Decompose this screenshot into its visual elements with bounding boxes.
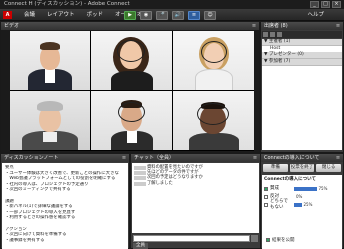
poll-pod-title: Connectの導入について xyxy=(264,155,320,161)
attendees-pod-title: 出席者 (8) xyxy=(264,23,288,29)
attendee-group-hosts[interactable]: ▼ 主催者 (1) xyxy=(262,39,342,46)
result-percent: 25% xyxy=(303,202,313,207)
chat-tab-everyone[interactable]: 全員 xyxy=(133,243,148,249)
video-tile[interactable] xyxy=(10,31,90,90)
pod-menu-icon[interactable]: ≡ xyxy=(335,155,341,161)
menu-layout[interactable]: レイアウト xyxy=(47,9,75,21)
option-label: 賛成 xyxy=(270,186,279,191)
minimize-button[interactable]: _ xyxy=(310,1,319,8)
chat-pod-header: チャット（全員） ≡ xyxy=(131,154,260,162)
poll-option: 賛成 75% xyxy=(264,185,340,193)
microphone-icon[interactable]: 🎤 xyxy=(156,10,168,20)
option-checkbox[interactable] xyxy=(264,187,268,191)
menu-meeting[interactable]: 会議 xyxy=(24,9,35,21)
prepare-button[interactable]: 準備 xyxy=(263,164,288,172)
attendee-list: ▼ 主催者 (1) Host ▼ プレゼンター (0) ▼ 参加者 (7) xyxy=(262,39,342,150)
status-menu-icon[interactable]: ≡ xyxy=(188,10,200,20)
adobe-connect-logo: A xyxy=(3,11,12,19)
notes-pod: ディスカッションノート ≡ 要点 ・ユーザー体験は大きく改善で、更新ごとの操作に大… xyxy=(0,153,130,249)
chat-message: 了解しました xyxy=(134,181,257,186)
notes-line: Web会議プラットフォームとしての役割を明確にする xyxy=(5,176,116,182)
video-pod-header: ビデオ ≡ xyxy=(1,22,259,30)
poll-pod-header: Connectの導入について ≡ xyxy=(261,154,343,162)
notes-pod-header: ディスカッションノート ≡ xyxy=(1,154,129,162)
emoticon-icon[interactable]: ☺ xyxy=(204,10,216,20)
pod-menu-icon[interactable]: ≡ xyxy=(251,23,257,29)
poll-pod: Connectの導入について ≡ 準備 投票を終了 閉じる Connectの導入… xyxy=(260,153,344,249)
speaker-icon[interactable]: 🔊 xyxy=(172,10,184,20)
status-icon[interactable] xyxy=(270,32,275,37)
window-title: Connect H (ディスカッション) - Adobe Connect xyxy=(4,1,130,7)
video-tile[interactable] xyxy=(10,91,90,150)
poll-question: Connectの導入について xyxy=(264,177,317,182)
attendees-pod-header: 出席者 (8) ≡ xyxy=(261,22,343,30)
send-button[interactable] xyxy=(251,235,258,242)
attendees-pod: 出席者 (8) ≡ ▼ 主催者 (1) Host ▼ プレゼンター (0) ▼ … xyxy=(260,21,344,153)
result-bar xyxy=(294,187,317,191)
breakout-icon[interactable] xyxy=(277,32,282,37)
close-poll-button[interactable]: 投票を終了 xyxy=(289,164,315,172)
video-grid xyxy=(10,31,254,151)
notes-line: ・議事録を共有する xyxy=(5,237,45,243)
menubar: A 会議 レイアウト ポッド オーディオ ▶ ◉ 🎤 🔊 ≡ ☺ ヘルプ xyxy=(0,9,344,21)
attendee-group-presenters[interactable]: ▼ プレゼンター (0) xyxy=(262,52,342,59)
result-percent: 0% xyxy=(296,194,303,199)
option-checkbox[interactable] xyxy=(264,203,268,207)
option-checkbox[interactable] xyxy=(264,195,268,199)
video-pod-title: ビデオ xyxy=(4,23,20,29)
show-results-option[interactable]: 結果を公開 xyxy=(266,237,295,243)
attendee-group-participants[interactable]: ▼ 参加者 (7) xyxy=(262,59,342,66)
video-tile[interactable] xyxy=(91,91,172,150)
option-label: どちらでもない xyxy=(270,199,288,210)
notes-text-area[interactable]: 要点 ・ユーザー体験は大きく改善で、更新ごとの操作に大きな Web会議プラットフォ… xyxy=(2,163,128,249)
pod-menu-icon[interactable]: ≡ xyxy=(335,23,341,29)
notes-pod-title: ディスカッションノート xyxy=(4,155,59,161)
video-tile[interactable] xyxy=(91,31,172,90)
window-titlebar: Connect H (ディスカッション) - Adobe Connect _ □… xyxy=(0,0,344,9)
chat-messages: 資料の配置を見たいのですが 先ほどのデータの件ですが 次回の予定はどうなりますか… xyxy=(132,163,259,233)
video-tile[interactable] xyxy=(173,31,254,90)
pod-menu-icon[interactable]: ≡ xyxy=(252,155,258,161)
pod-menu-icon[interactable]: ≡ xyxy=(121,155,127,161)
chat-input[interactable] xyxy=(133,235,250,242)
play-icon[interactable]: ▶ xyxy=(124,10,136,20)
poll-option: どちらでもない 25% xyxy=(264,199,340,210)
list-view-icon[interactable] xyxy=(263,32,268,37)
video-tile[interactable] xyxy=(173,91,254,150)
maximize-button[interactable]: □ xyxy=(321,1,330,8)
close-button[interactable]: 閉じる xyxy=(316,164,342,172)
result-percent: 75% xyxy=(318,186,328,191)
show-results-checkbox[interactable] xyxy=(266,238,270,242)
menu-help[interactable]: ヘルプ xyxy=(307,9,324,21)
webcam-icon[interactable]: ◉ xyxy=(140,10,152,20)
chat-pod: チャット（全員） ≡ 資料の配置を見たいのですが 先ほどのデータの件ですが 次回… xyxy=(130,153,261,249)
menu-pod[interactable]: ポッド xyxy=(87,9,104,21)
show-results-label: 結果を公開 xyxy=(272,238,295,243)
close-window-button[interactable]: × xyxy=(332,1,341,8)
result-bar xyxy=(294,203,302,207)
video-pod: ビデオ ≡ xyxy=(0,21,260,153)
attendees-toolbar xyxy=(262,31,342,38)
chat-pod-title: チャット（全員） xyxy=(134,155,174,161)
